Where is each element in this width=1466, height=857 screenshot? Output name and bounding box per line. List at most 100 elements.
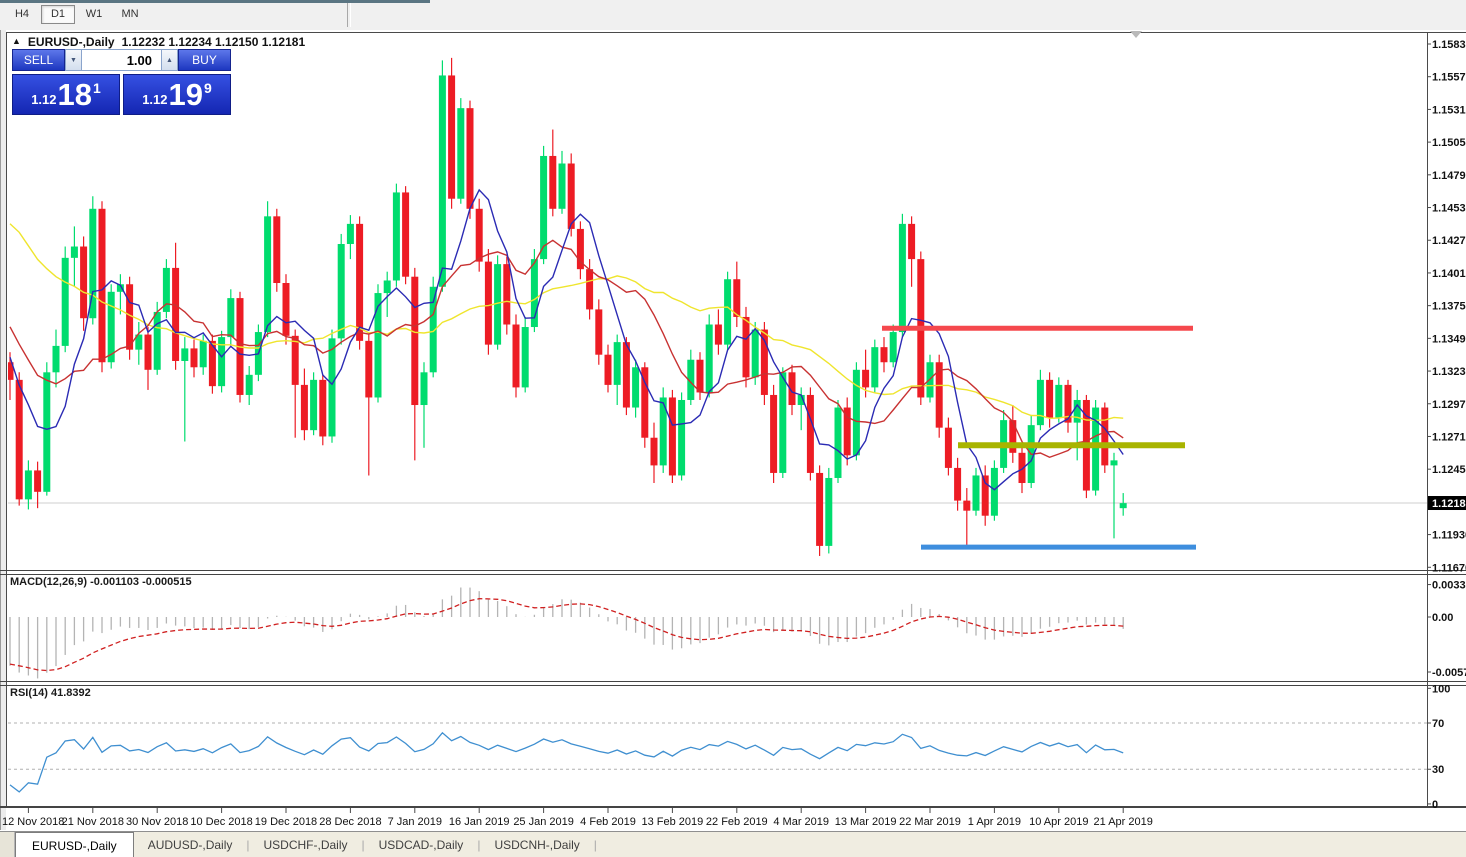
candle-body	[1037, 380, 1044, 425]
rsi-axis-label: 70	[1432, 718, 1444, 730]
symbol-tab-usdchf-daily[interactable]: USDCHF-,Daily	[250, 832, 362, 857]
candle-body	[614, 342, 621, 385]
volume-down-button[interactable]: ▼	[65, 49, 82, 71]
candle-body	[890, 332, 897, 362]
date-axis-label: 21 Nov 2018	[62, 816, 124, 828]
candle-body	[991, 468, 998, 516]
buy-button[interactable]: BUY	[178, 49, 231, 71]
candle-body	[310, 380, 317, 430]
sell-price-prefix: 1.12	[31, 92, 56, 107]
candle-body	[25, 470, 32, 499]
volume-up-button[interactable]: ▲	[161, 49, 178, 71]
symbol-tab-usdcad-daily[interactable]: USDCAD-,Daily	[365, 832, 478, 857]
candle-body	[825, 478, 832, 546]
timeframe-tab-mn[interactable]: MN	[113, 5, 147, 24]
candle-body	[338, 244, 345, 338]
candle-body	[908, 224, 915, 259]
candle-body	[108, 292, 115, 362]
candle-body	[145, 335, 152, 370]
date-axis-label: 4 Feb 2019	[580, 816, 636, 828]
symbol-tab-audusd-daily[interactable]: AUDUSD-,Daily	[134, 832, 247, 857]
candle-body	[172, 268, 179, 361]
candle-body	[71, 247, 78, 258]
candle-body	[292, 336, 299, 385]
price-axis-label: 1.11930	[1432, 530, 1466, 542]
rsi-name: RSI(14)	[10, 687, 48, 699]
candle-body	[347, 224, 354, 244]
timeframe-tab-d1[interactable]: D1	[41, 5, 75, 24]
date-axis-label: 21 Apr 2019	[1094, 816, 1153, 828]
candle-body	[356, 224, 363, 341]
candle-body	[476, 209, 483, 262]
candle-body	[191, 348, 198, 367]
date-axis-label: 22 Mar 2019	[899, 816, 961, 828]
symbol-tab-divider: |	[594, 832, 597, 857]
candle-body	[522, 327, 529, 387]
candle-body	[669, 397, 676, 475]
price-axis-label: 1.12970	[1432, 399, 1466, 411]
rsi-axis-label: 100	[1432, 683, 1450, 695]
chart-canvas[interactable]: 1.158301.155701.153101.150501.147901.145…	[0, 30, 1466, 830]
candle-body	[421, 372, 428, 405]
candle-body	[1101, 408, 1108, 466]
macd-name: MACD(12,26,9)	[10, 576, 87, 588]
candle-body	[549, 156, 556, 209]
candle-body	[1111, 460, 1118, 465]
symbol-tab-eurusd-daily[interactable]: EURUSD-,Daily	[15, 832, 134, 857]
date-axis-label: 25 Jan 2019	[513, 816, 574, 828]
scroll-end-marker-icon[interactable]	[1130, 31, 1142, 38]
sell-button[interactable]: SELL	[12, 49, 65, 71]
macd-pane-label: MACD(12,26,9) -0.001103 -0.000515	[10, 576, 192, 588]
candle-body	[945, 428, 952, 468]
price-axis-label: 1.13230	[1432, 366, 1466, 378]
tab-bar-left-edge	[0, 832, 15, 857]
candle-body	[706, 325, 713, 393]
rsi-axis-label: 0	[1432, 799, 1438, 811]
candle-body	[973, 475, 980, 510]
candle-body	[623, 342, 630, 407]
date-axis-label: 10 Apr 2019	[1029, 816, 1088, 828]
symbol-tab-usdcnh-daily[interactable]: USDCNH-,Daily	[480, 832, 593, 857]
date-axis-label: 22 Feb 2019	[706, 816, 768, 828]
timeframe-tab-w1[interactable]: W1	[77, 5, 111, 24]
collapse-arrow-icon[interactable]: ▲	[12, 36, 21, 46]
candle-body	[963, 501, 970, 511]
rsi-value: 41.8392	[51, 687, 91, 699]
price-axis-label: 1.15050	[1432, 137, 1466, 149]
rsi-pane-label: RSI(14) 41.8392	[10, 687, 91, 699]
candle-body	[595, 309, 602, 354]
price-axis-label: 1.13490	[1432, 333, 1466, 345]
candle-body	[954, 468, 961, 501]
macd-values: -0.001103 -0.000515	[90, 576, 192, 588]
candle-body	[568, 164, 575, 229]
candle-body	[835, 408, 842, 478]
candle-body	[899, 224, 906, 332]
sell-price-main: 18	[58, 79, 92, 110]
chart-ohlc-values: 1.12232 1.12234 1.12150 1.12181	[122, 35, 306, 49]
date-axis-label: 7 Jan 2019	[388, 816, 442, 828]
date-axis-label: 28 Dec 2018	[319, 816, 381, 828]
candle-body	[503, 264, 510, 324]
timeframe-tab-h4[interactable]: H4	[5, 5, 39, 24]
sell-price-quote[interactable]: 1.12 18 1	[12, 74, 120, 115]
rsi-axis-label: 30	[1432, 764, 1444, 776]
volume-input[interactable]	[82, 49, 161, 71]
price-axis-label: 1.11670	[1432, 562, 1466, 574]
candle-body	[80, 247, 87, 319]
buy-price-pip: 9	[204, 80, 212, 96]
candle-body	[853, 370, 860, 456]
date-axis-label: 13 Mar 2019	[835, 816, 897, 828]
price-axis-label: 1.14530	[1432, 203, 1466, 215]
toolbar: H4 D1 W1 MN	[0, 0, 1466, 31]
candle-body	[411, 277, 418, 405]
macd-axis-label: -0.00574	[1432, 667, 1466, 679]
candle-body	[384, 280, 391, 293]
candle-body	[632, 367, 639, 407]
candle-body	[743, 317, 750, 377]
candle-body	[375, 293, 382, 397]
candle-body	[871, 347, 878, 387]
buy-price-quote[interactable]: 1.12 19 9	[123, 74, 231, 115]
candle-body	[678, 400, 685, 475]
candle-body	[301, 385, 308, 430]
candle-body	[807, 395, 814, 473]
